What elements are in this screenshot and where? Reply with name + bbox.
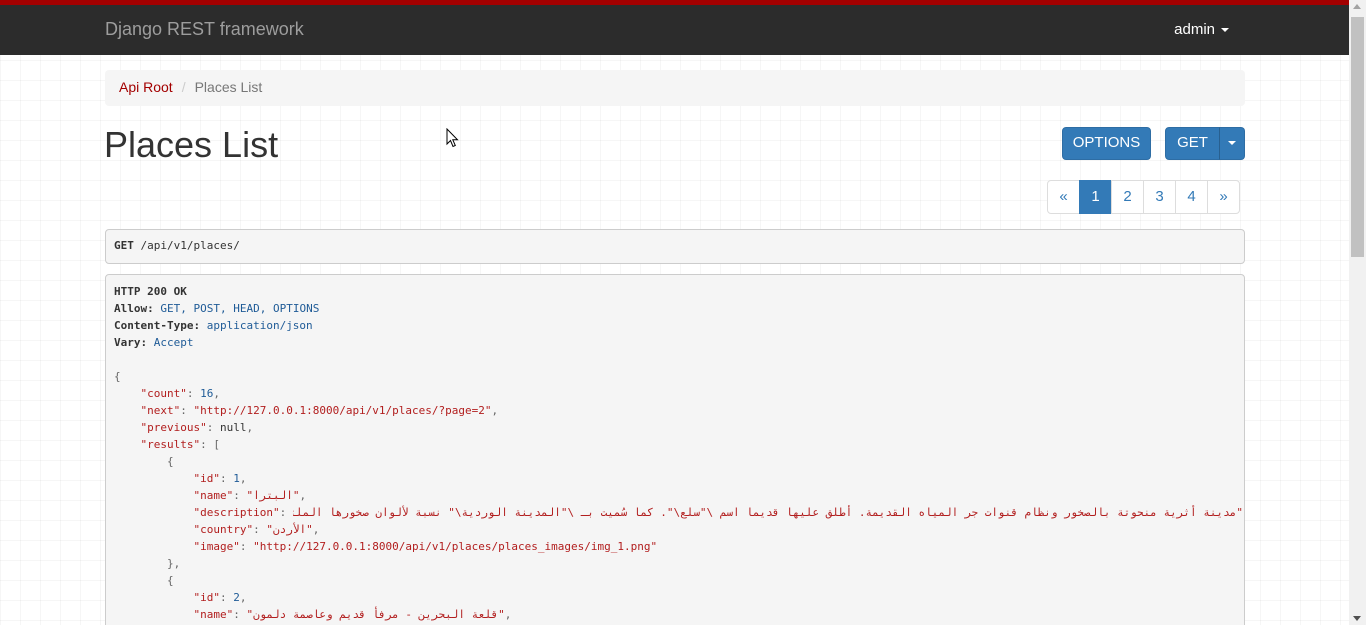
options-button[interactable]: OPTIONS (1062, 127, 1151, 160)
header-value: Accept (153, 336, 194, 349)
page-title: Places List (104, 124, 279, 165)
breadcrumb-api-root-link[interactable]: Api Root (119, 79, 173, 95)
json-name-value: "قلعة البحرين - مرفأ قديم وعاصمة دلمون" (246, 608, 505, 621)
pagination-next[interactable]: » (1207, 180, 1240, 214)
json-previous-value: null (219, 421, 247, 434)
request-info: GET /api/v1/places/ (105, 229, 1245, 264)
json-line: "image": "http://127.0.0.1:8000/api/v1/p… (193, 540, 658, 553)
json-line: "description": "مدينة أثرية منحوتة بالصخ… (193, 506, 1243, 519)
breadcrumb-current: Places List (194, 79, 263, 95)
pagination: « 1 2 3 4 » (1047, 180, 1240, 214)
pagination-page-2[interactable]: 2 (1111, 180, 1144, 214)
user-name: admin (1174, 21, 1215, 38)
response-header: Vary: Accept (114, 334, 1236, 351)
response-header: Content-Type: application/json (114, 317, 1236, 334)
header-value: application/json (206, 319, 313, 332)
json-name-value: "البترا" (246, 489, 300, 502)
json-description-clip: "مدينة أثرية منحوتة بالصخور ونظام قنوات … (293, 504, 1243, 521)
pagination-page-3[interactable]: 3 (1143, 180, 1176, 214)
breadcrumb-separator: / (181, 79, 186, 95)
scrollbar-thumb[interactable] (1351, 17, 1364, 257)
request-path: /api/v1/places/ (140, 239, 240, 252)
response-info: HTTP 200 OK Allow: GET, POST, HEAD, OPTI… (105, 274, 1245, 625)
json-line: { (114, 370, 121, 383)
chevron-down-icon (1221, 28, 1229, 33)
json-line: "name": "البترا", (193, 489, 307, 502)
json-line: "id": 1, (193, 472, 247, 485)
mouse-cursor-icon (446, 128, 459, 148)
json-line: "results": [ (140, 438, 220, 451)
pagination-page-4[interactable]: 4 (1175, 180, 1208, 214)
json-line: "id": 2, (193, 591, 247, 604)
json-image-link[interactable]: "http://127.0.0.1:8000/api/v1/places/pla… (253, 540, 657, 553)
pagination-prev[interactable]: « (1047, 180, 1080, 214)
scroll-down-arrow-icon[interactable] (1353, 616, 1361, 621)
json-id-value: 2 (233, 591, 240, 604)
browsable-api-page: Django REST framework admin Api Root / Pla… (0, 0, 1349, 625)
json-line: }, (166, 557, 181, 570)
json-line: { (166, 574, 174, 587)
json-country-value: "الأردن" (266, 523, 313, 536)
json-line: "count": 16, (140, 387, 220, 400)
response-header: Allow: GET, POST, HEAD, OPTIONS (114, 300, 1236, 317)
user-menu-dropdown[interactable]: admin (1174, 21, 1229, 38)
get-format-dropdown-toggle[interactable] (1219, 127, 1245, 160)
scroll-up-arrow-icon[interactable] (1353, 4, 1361, 9)
header-key: Content-Type: (114, 319, 201, 332)
vertical-scrollbar[interactable] (1349, 0, 1366, 625)
json-id-value: 1 (233, 472, 240, 485)
header-key: Allow: (114, 302, 154, 315)
json-line: "name": "قلعة البحرين - مرفأ قديم وعاصمة… (193, 608, 512, 621)
json-line: "next": "http://127.0.0.1:8000/api/v1/pl… (140, 404, 499, 417)
pagination-page-1[interactable]: 1 (1079, 180, 1112, 214)
json-count-value: 16 (200, 387, 214, 400)
response-status: HTTP 200 OK (114, 285, 187, 298)
json-line: { (166, 455, 174, 468)
json-description-value: "مدينة أثرية منحوتة بالصخور ونظام قنوات … (293, 506, 1243, 519)
navbar: Django REST framework admin (0, 0, 1349, 55)
json-line: "country": "الأردن", (193, 523, 320, 536)
get-button[interactable]: GET (1165, 127, 1220, 160)
json-line: "previous": null, (140, 421, 254, 434)
breadcrumb: Api Root / Places List (105, 70, 1245, 106)
json-next-link[interactable]: "http://127.0.0.1:8000/api/v1/places/?pa… (194, 404, 492, 417)
chevron-down-icon (1228, 141, 1236, 146)
navbar-brand-link[interactable]: Django REST framework (105, 19, 304, 40)
header-key: Vary: (114, 336, 148, 349)
header-value: GET, POST, HEAD, OPTIONS (160, 302, 320, 315)
request-method: GET (114, 239, 134, 252)
